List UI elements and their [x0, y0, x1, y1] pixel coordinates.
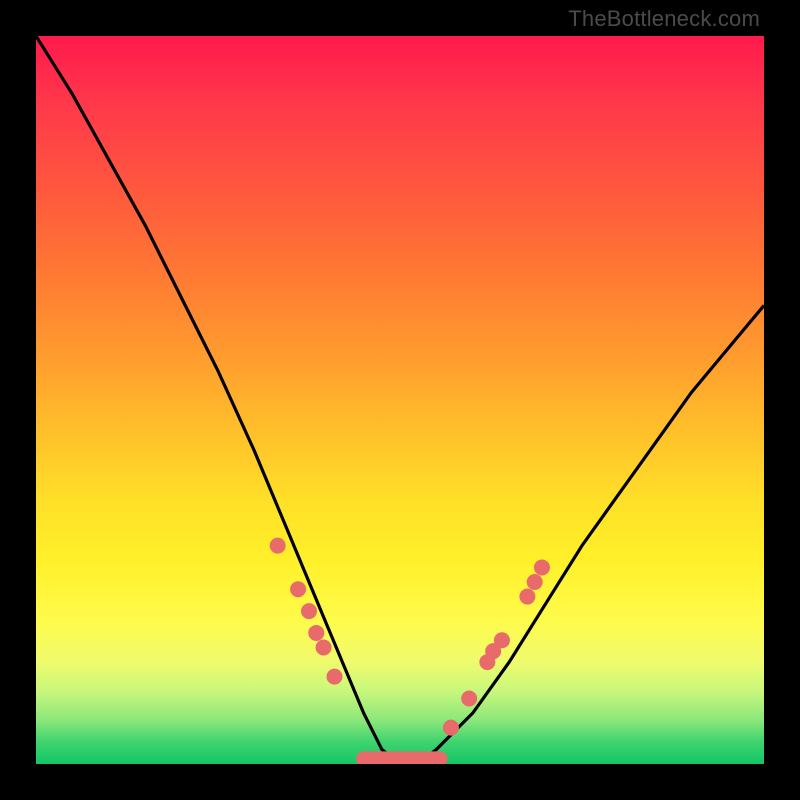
- watermark-text: TheBottleneck.com: [568, 6, 760, 32]
- plot-area: [36, 36, 764, 764]
- highlight-dots: [270, 538, 550, 736]
- curve-layer: [36, 36, 764, 764]
- bottleneck-curve: [36, 36, 764, 764]
- chart-frame: TheBottleneck.com: [0, 0, 800, 800]
